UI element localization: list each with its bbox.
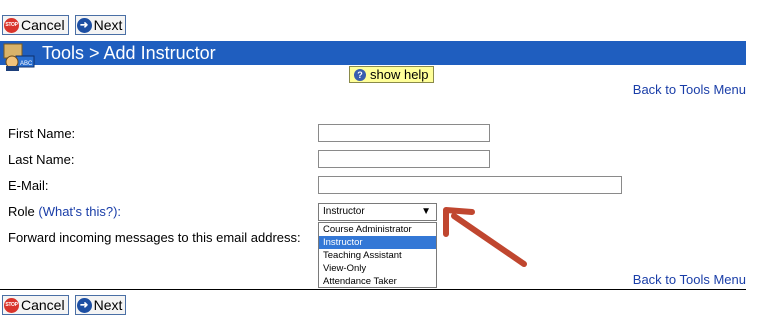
email-label: E-Mail: xyxy=(8,178,49,193)
role-option-instructor[interactable]: Instructor xyxy=(319,236,436,249)
bottom-toolbar: STOP Cancel ➜ Next xyxy=(2,295,127,315)
cancel-button[interactable]: STOP Cancel xyxy=(2,15,69,35)
last-name-input[interactable] xyxy=(318,150,490,168)
next-button[interactable]: ➜ Next xyxy=(74,15,127,35)
last-name-label: Last Name: xyxy=(8,152,75,167)
top-toolbar: STOP Cancel ➜ Next xyxy=(2,15,127,35)
role-label: Role xyxy=(8,204,35,219)
role-label-row: Role (What's this?): xyxy=(8,204,121,219)
next-button-bottom[interactable]: ➜ Next xyxy=(74,295,127,315)
next-label: Next xyxy=(93,297,123,313)
role-option-teaching-assistant[interactable]: Teaching Assistant xyxy=(319,249,436,262)
cancel-button-bottom[interactable]: STOP Cancel xyxy=(2,295,69,315)
stop-icon: STOP xyxy=(4,17,19,33)
role-select[interactable]: Instructor ▼ xyxy=(318,203,437,221)
back-to-tools-link-top[interactable]: Back to Tools Menu xyxy=(633,82,746,97)
title-bar: Tools > Add Instructor xyxy=(0,41,746,65)
next-label: Next xyxy=(93,17,123,33)
instructor-icon: ABC xyxy=(3,43,35,71)
cancel-label: Cancel xyxy=(21,297,65,313)
help-icon: ? xyxy=(354,68,366,81)
svg-text:ABC: ABC xyxy=(20,61,33,67)
show-help-button[interactable]: ? show help xyxy=(349,66,434,83)
page: STOP Cancel ➜ Next Tools > Add Instructo… xyxy=(0,0,769,336)
divider xyxy=(0,289,746,290)
annotation-arrow-icon xyxy=(443,207,527,267)
cancel-label: Cancel xyxy=(21,17,65,33)
email-input[interactable] xyxy=(318,176,622,194)
chevron-down-icon: ▼ xyxy=(421,206,431,217)
role-help-link[interactable]: (What's this?): xyxy=(38,204,121,219)
page-title: Tools > Add Instructor xyxy=(42,43,216,63)
role-selected-value: Instructor xyxy=(323,206,365,217)
role-dropdown-list: Course Administrator Instructor Teaching… xyxy=(318,222,437,288)
forward-email-label: Forward incoming messages to this email … xyxy=(8,230,301,245)
back-to-tools-link-bottom[interactable]: Back to Tools Menu xyxy=(633,272,746,287)
next-arrow-icon: ➜ xyxy=(76,17,92,33)
first-name-label: First Name: xyxy=(8,126,76,141)
role-option-attendance-taker[interactable]: Attendance Taker xyxy=(319,275,436,288)
role-option-view-only[interactable]: View-Only xyxy=(319,262,436,275)
role-option-course-administrator[interactable]: Course Administrator xyxy=(319,223,436,236)
stop-icon: STOP xyxy=(4,297,19,313)
show-help-label: show help xyxy=(370,67,429,82)
first-name-input[interactable] xyxy=(318,124,490,142)
next-arrow-icon: ➜ xyxy=(76,297,92,313)
